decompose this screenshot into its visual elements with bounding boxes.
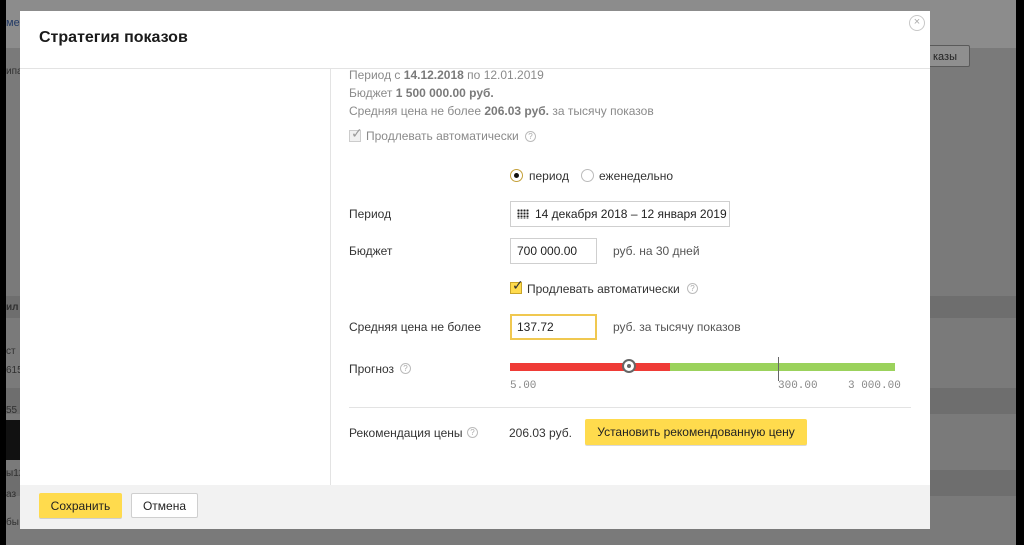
- summary-avg-price: Средняя цена не более 206.03 руб. за тыс…: [349, 104, 654, 118]
- budget-label: Бюджет: [349, 244, 393, 258]
- radio-period[interactable]: [510, 169, 523, 182]
- check-icon: ✓: [351, 125, 363, 141]
- help-icon[interactable]: ?: [687, 283, 698, 294]
- forecast-slider-handle[interactable]: [622, 359, 636, 373]
- slider-mark-label: 300.00: [778, 380, 818, 392]
- budget-suffix: руб. на 30 дней: [613, 244, 700, 258]
- background-text: 55: [6, 405, 18, 416]
- background-text: бы: [6, 517, 19, 528]
- period-label: Период: [349, 207, 392, 221]
- strategy-modal: Стратегия показов × Период с 14.12.2018 …: [20, 11, 930, 529]
- set-recommended-price-button[interactable]: Установить рекомендованную цену: [585, 419, 807, 445]
- modal-footer: Сохранить Отмена: [20, 485, 930, 529]
- forecast-label: Прогноз: [349, 362, 395, 376]
- summary-auto-extend-checkbox: ✓: [349, 126, 363, 142]
- help-icon[interactable]: ?: [400, 363, 411, 374]
- calendar-icon: [517, 209, 529, 219]
- summary-auto-extend-label: Продлевать автоматически: [366, 129, 519, 143]
- save-button[interactable]: Сохранить: [39, 493, 122, 518]
- background-text: ил: [6, 302, 19, 313]
- radio-weekly-label[interactable]: еженедельно: [599, 169, 673, 183]
- slider-min-label: 5.00: [510, 380, 537, 392]
- cancel-button[interactable]: Отмена: [131, 493, 198, 518]
- forecast-bar-low: [510, 363, 670, 371]
- period-date-picker[interactable]: 14 декабря 2018 – 12 января 2019: [510, 201, 730, 227]
- forecast-bar-ok: [670, 363, 895, 371]
- column-divider: [330, 68, 331, 485]
- help-icon[interactable]: ?: [467, 427, 478, 438]
- radio-period-label[interactable]: период: [529, 169, 569, 183]
- recommend-value: 206.03 руб.: [509, 426, 572, 440]
- auto-extend-label[interactable]: Продлевать автоматически: [527, 282, 680, 296]
- background-text: аз: [6, 489, 17, 500]
- auto-extend-checkbox[interactable]: ✓: [510, 278, 524, 294]
- modal-title: Стратегия показов: [39, 29, 188, 46]
- summary-period: Период с 14.12.2018 по 12.01.2019: [349, 68, 544, 82]
- slider-max-label: 3 000.00: [848, 380, 901, 392]
- section-divider: [349, 407, 911, 408]
- help-icon[interactable]: ?: [525, 131, 536, 142]
- budget-input[interactable]: [510, 238, 597, 264]
- check-icon: ✓: [512, 277, 524, 293]
- recommend-label: Рекомендация цены: [349, 426, 463, 440]
- avg-price-suffix: руб. за тысячу показов: [613, 320, 741, 334]
- close-icon[interactable]: ×: [909, 15, 925, 31]
- period-value: 14 декабря 2018 – 12 января 2019: [535, 207, 727, 221]
- summary-budget: Бюджет 1 500 000.00 руб.: [349, 86, 494, 100]
- background-button: казы: [926, 45, 970, 67]
- avg-price-input[interactable]: [510, 314, 597, 340]
- avg-price-label: Средняя цена не более: [349, 320, 482, 334]
- forecast-mark: [778, 357, 779, 381]
- background-text: ст: [6, 346, 16, 357]
- radio-weekly[interactable]: [581, 169, 594, 182]
